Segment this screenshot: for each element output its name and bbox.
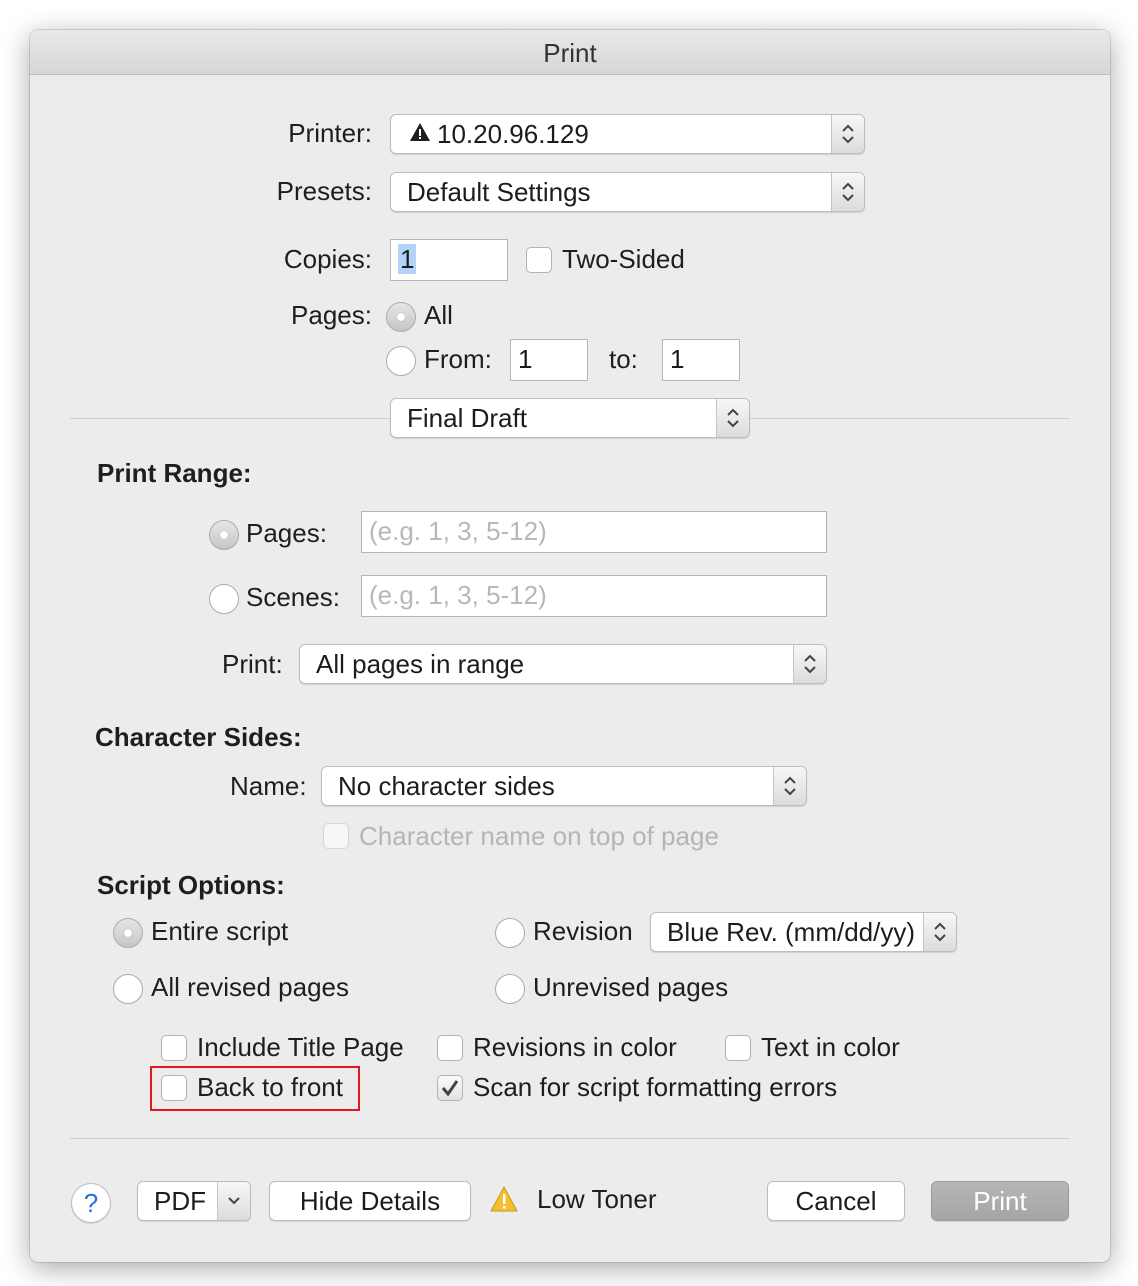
printer-popup[interactable]: 10.20.96.129 [390, 114, 865, 154]
help-button[interactable]: ? [71, 1183, 111, 1223]
stepper-icon [773, 767, 806, 805]
include-title-page-checkbox[interactable] [161, 1035, 187, 1061]
pages-to-label: to: [609, 344, 638, 374]
stepper-icon [923, 913, 956, 951]
low-toner-label: Low Toner [537, 1184, 657, 1214]
pages-from-radio[interactable] [386, 346, 416, 376]
range-pages-field[interactable]: (e.g. 1, 3, 5-12) [361, 511, 827, 553]
back-to-front-checkbox[interactable] [161, 1075, 187, 1101]
character-name-top-label: Character name on top of page [359, 821, 719, 851]
unrevised-pages-radio[interactable] [495, 974, 525, 1004]
include-title-page-label: Include Title Page [197, 1032, 404, 1062]
print-popup-value: All pages in range [316, 649, 525, 679]
scan-errors-checkbox[interactable] [437, 1075, 463, 1101]
two-sided-label: Two-Sided [562, 244, 685, 274]
copies-value: 1 [398, 244, 417, 274]
printer-label: Printer: [288, 118, 372, 148]
back-to-front-label: Back to front [197, 1072, 343, 1102]
pdf-button[interactable]: PDF [137, 1181, 251, 1221]
revision-radio[interactable] [495, 918, 525, 948]
stepper-icon [793, 645, 826, 683]
name-popup[interactable]: No character sides [321, 766, 807, 806]
presets-value: Default Settings [407, 177, 591, 207]
footer-divider [70, 1138, 1070, 1139]
copies-field[interactable]: 1 [390, 239, 508, 281]
name-popup-value: No character sides [338, 771, 555, 801]
two-sided-checkbox[interactable] [526, 247, 552, 273]
character-name-top-checkbox[interactable] [323, 823, 349, 849]
range-pages-radio[interactable] [209, 520, 239, 550]
print-button[interactable]: Print [931, 1181, 1069, 1221]
stepper-icon [716, 399, 749, 437]
pages-all-label: All [424, 300, 453, 330]
all-revised-pages-label: All revised pages [151, 972, 349, 1002]
window-title: Print [543, 38, 597, 68]
range-scenes-placeholder: (e.g. 1, 3, 5-12) [369, 580, 547, 610]
entire-script-radio[interactable] [113, 918, 143, 948]
presets-popup[interactable]: Default Settings [390, 172, 865, 212]
range-scenes-radio[interactable] [209, 584, 239, 614]
revision-popup[interactable]: Blue Rev. (mm/dd/yy) [650, 912, 957, 952]
warning-icon [409, 115, 431, 152]
stepper-icon [831, 173, 864, 211]
entire-script-label: Entire script [151, 916, 289, 946]
warning-icon [489, 1185, 519, 1218]
checkmark-icon [441, 1080, 459, 1097]
help-icon: ? [83, 1188, 99, 1218]
script-options-heading: Script Options: [97, 870, 285, 900]
range-pages-placeholder: (e.g. 1, 3, 5-12) [369, 516, 547, 546]
title-bar[interactable]: Print [30, 30, 1110, 75]
name-label: Name: [230, 771, 307, 801]
hide-details-button[interactable]: Hide Details [269, 1181, 471, 1221]
character-sides-heading: Character Sides: [95, 722, 302, 752]
revision-label: Revision [533, 916, 633, 946]
print-popup[interactable]: All pages in range [299, 644, 827, 684]
pages-from-field[interactable]: 1 [510, 339, 588, 381]
text-in-color-checkbox[interactable] [725, 1035, 751, 1061]
cancel-button[interactable]: Cancel [767, 1181, 905, 1221]
section-popup-value: Final Draft [407, 403, 527, 433]
revision-popup-value: Blue Rev. (mm/dd/yy) [667, 917, 916, 947]
all-revised-pages-radio[interactable] [113, 974, 143, 1004]
range-pages-label: Pages: [246, 518, 327, 548]
range-scenes-label: Scenes: [246, 582, 340, 612]
unrevised-pages-label: Unrevised pages [533, 972, 729, 1002]
print-range-heading: Print Range: [97, 458, 252, 488]
pages-label: Pages: [291, 300, 372, 330]
range-scenes-field[interactable]: (e.g. 1, 3, 5-12) [361, 575, 827, 617]
copies-label: Copies: [283, 244, 372, 274]
scan-errors-label: Scan for script formatting errors [473, 1072, 838, 1102]
print-label: Print: [222, 649, 283, 679]
pages-all-radio[interactable] [386, 302, 416, 332]
presets-label: Presets: [276, 176, 372, 206]
section-popup[interactable]: Final Draft [390, 398, 750, 438]
revisions-in-color-label: Revisions in color [473, 1032, 677, 1062]
pages-from-label: From: [424, 344, 492, 374]
pages-to-field[interactable]: 1 [662, 339, 740, 381]
revisions-in-color-checkbox[interactable] [437, 1035, 463, 1061]
printer-value: 10.20.96.129 [437, 119, 589, 149]
pdf-label: PDF [154, 1186, 206, 1216]
chevron-down-icon [217, 1182, 250, 1220]
text-in-color-label: Text in color [761, 1032, 900, 1062]
stepper-icon [831, 115, 864, 153]
